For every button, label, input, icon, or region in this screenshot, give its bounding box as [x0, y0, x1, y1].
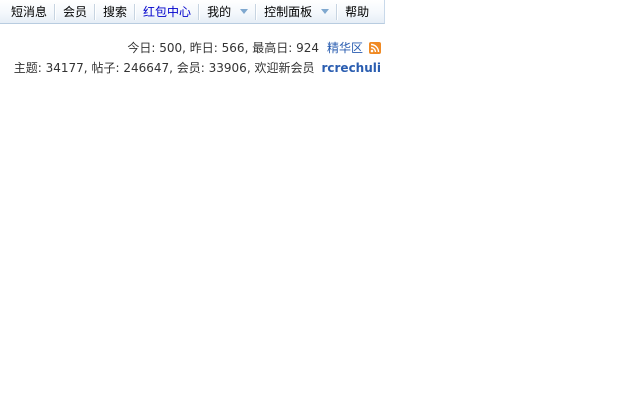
daily-stats-line: 今日: 500, 昨日: 566, 最高日: 924 精华区: [14, 38, 381, 58]
nav-search[interactable]: 搜索: [96, 0, 134, 24]
nav-members[interactable]: 会员: [56, 0, 94, 24]
nav-help[interactable]: 帮助: [338, 0, 376, 24]
topics-label: 主题:: [13, 61, 42, 75]
top-nav-bar: 短消息 会员 搜索 红包中心 我的 控制面板 帮助: [0, 0, 385, 24]
chevron-down-icon[interactable]: [240, 9, 249, 14]
max-day-label: 最高日:: [252, 41, 293, 55]
digest-link[interactable]: 精华区: [327, 38, 363, 58]
today-count: 500,: [159, 41, 190, 55]
newest-member-link[interactable]: rcrechuli: [321, 58, 381, 78]
nav-red-packet-center[interactable]: 红包中心: [136, 0, 198, 24]
posts-count: 246647,: [123, 61, 177, 75]
topics-count: 34177,: [45, 61, 92, 75]
nav-messages[interactable]: 短消息: [0, 0, 54, 24]
today-label: 今日:: [127, 41, 156, 55]
forum-stats: 今日: 500, 昨日: 566, 最高日: 924 精华区 主题: 34177…: [14, 38, 381, 78]
max-day-count: 924: [296, 41, 319, 55]
yesterday-label: 昨日:: [189, 41, 218, 55]
rss-feed-icon[interactable]: [369, 42, 381, 54]
nav-my-label: 我的: [207, 4, 232, 19]
yesterday-count: 566,: [221, 41, 253, 55]
members-count: 33906,: [208, 61, 255, 75]
nav-control-panel-label: 控制面板: [264, 4, 313, 19]
nav-control-panel[interactable]: 控制面板: [257, 0, 336, 24]
welcome-text: 欢迎新会员: [254, 61, 315, 75]
nav-my-menu[interactable]: 我的: [200, 0, 255, 24]
posts-label: 帖子:: [91, 61, 120, 75]
chevron-down-icon[interactable]: [321, 9, 330, 14]
members-label: 会员:: [176, 61, 205, 75]
totals-stats-line: 主题: 34177, 帖子: 246647, 会员: 33906, 欢迎新会员 …: [14, 58, 381, 78]
